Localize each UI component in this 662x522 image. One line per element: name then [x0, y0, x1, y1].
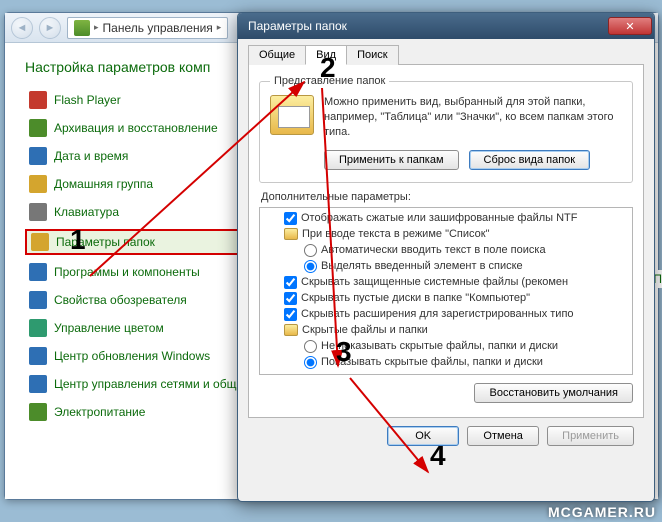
tree-row[interactable]: Скрывать расширения для зарегистрированн… — [264, 307, 628, 323]
tab-search[interactable]: Поиск — [346, 45, 398, 65]
checkbox-input[interactable] — [284, 276, 297, 289]
tree-row[interactable]: При вводе текста в режиме "Список" — [264, 227, 628, 243]
item-label: Управление цветом — [54, 321, 164, 335]
advanced-settings-label: Дополнительные параметры: — [261, 191, 631, 203]
item-label: Центр обновления Windows — [54, 349, 210, 363]
item-label: Домашняя группа — [54, 177, 153, 191]
item-icon — [29, 147, 47, 165]
tree-row-label: Скрывать пустые диски в папке "Компьютер… — [301, 292, 530, 304]
tree-row-label: При вводе текста в режиме "Список" — [302, 228, 489, 240]
item-label: Свойства обозревателя — [54, 293, 187, 307]
radio-input[interactable] — [304, 260, 317, 273]
tree-row[interactable]: Отображать сжатые или зашифрованные файл… — [264, 211, 628, 227]
folder-view-legend: Представление папок — [270, 75, 389, 87]
item-label: Flash Player — [54, 93, 121, 107]
item-icon — [29, 347, 47, 365]
tree-row-label: Не показывать скрытые файлы, папки и дис… — [321, 340, 558, 352]
tab-view[interactable]: Вид — [305, 45, 347, 65]
dialog-title: Параметры папок — [248, 19, 347, 33]
item-icon — [29, 291, 47, 309]
checkbox-input[interactable] — [284, 308, 297, 321]
tree-row-label: Показывать скрытые файлы, папки и диски — [321, 356, 543, 368]
checkbox-input[interactable] — [284, 212, 297, 225]
item-icon — [29, 203, 47, 221]
item-label: Центр управления сетями и общи — [54, 377, 243, 391]
nav-forward-button[interactable]: ► — [39, 17, 61, 39]
tab-general[interactable]: Общие — [248, 45, 306, 65]
folder-icon — [284, 324, 298, 336]
ok-button[interactable]: OK — [387, 426, 459, 446]
item-label: Клавиатура — [54, 205, 119, 219]
advanced-settings-tree: Отображать сжатые или зашифрованные файл… — [260, 208, 632, 374]
advanced-settings-scroll[interactable]: Отображать сжатые или зашифрованные файл… — [260, 208, 632, 374]
folder-options-dialog: Параметры папок ✕ Общие Вид Поиск Предст… — [237, 12, 655, 502]
dialog-body: Общие Вид Поиск Представление папок Можн… — [238, 39, 654, 456]
address-text: Панель управления — [103, 21, 213, 35]
item-icon — [31, 233, 49, 251]
dialog-button-row: OK Отмена Применить — [248, 418, 644, 446]
apply-button[interactable]: Применить — [547, 426, 634, 446]
item-label: Архивация и восстановление — [54, 121, 218, 135]
tab-content: Представление папок Можно применить вид,… — [248, 65, 644, 418]
item-icon — [29, 175, 47, 193]
item-label: Электропитание — [54, 405, 145, 419]
radio-input[interactable] — [304, 244, 317, 257]
radio-input[interactable] — [304, 356, 317, 369]
folder-view-group: Представление папок Можно применить вид,… — [259, 75, 633, 183]
tree-row-label: Скрытые файлы и папки — [302, 324, 428, 336]
radio-input[interactable] — [304, 340, 317, 353]
address-bar[interactable]: ▸ Панель управления ▸ — [67, 17, 228, 39]
tree-row[interactable]: Скрывать защищенные системные файлы (рек… — [264, 275, 628, 291]
item-label: Программы и компоненты — [54, 265, 200, 279]
chevron-right-icon: ▸ — [94, 22, 99, 33]
item-icon — [29, 319, 47, 337]
tree-row-label: Выделять введенный элемент в списке — [321, 260, 523, 272]
nav-back-button[interactable]: ◄ — [11, 17, 33, 39]
item-icon — [29, 263, 47, 281]
cancel-button[interactable]: Отмена — [467, 426, 539, 446]
tree-row-label: Скрывать расширения для зарегистрированн… — [301, 308, 574, 320]
tree-row[interactable]: Показывать скрытые файлы, папки и диски — [264, 355, 628, 371]
control-panel-icon — [74, 20, 90, 36]
apply-to-folders-button[interactable]: Применить к папкам — [324, 150, 459, 170]
restore-defaults-button[interactable]: Восстановить умолчания — [474, 383, 633, 403]
advanced-settings-box: Отображать сжатые или зашифрованные файл… — [259, 207, 633, 375]
reset-folders-button[interactable]: Сброс вида папок — [469, 150, 591, 170]
tree-row[interactable]: Автоматически вводить текст в поле поиск… — [264, 243, 628, 259]
tab-bar: Общие Вид Поиск — [248, 44, 644, 65]
watermark: MCGAMER.RU — [548, 504, 656, 520]
tree-row-label: Отображать сжатые или зашифрованные файл… — [301, 212, 577, 224]
folder-view-description: Можно применить вид, выбранный для этой … — [324, 95, 622, 140]
folder-icon — [284, 228, 298, 240]
tree-row[interactable]: Скрытые файлы и папки — [264, 323, 628, 339]
folder-view-icon — [270, 95, 314, 135]
item-label: Параметры папок — [56, 235, 155, 249]
checkbox-input[interactable] — [284, 292, 297, 305]
item-icon — [29, 375, 47, 393]
chevron-right-icon: ▸ — [217, 22, 222, 33]
dialog-titlebar[interactable]: Параметры папок ✕ — [238, 13, 654, 39]
tree-row[interactable]: Не показывать скрытые файлы, папки и дис… — [264, 339, 628, 355]
tree-row-label: Скрывать защищенные системные файлы (рек… — [301, 276, 568, 288]
item-icon — [29, 91, 47, 109]
item-icon — [29, 119, 47, 137]
item-label: Дата и время — [54, 149, 128, 163]
item-icon — [29, 403, 47, 421]
close-button[interactable]: ✕ — [608, 17, 652, 35]
tree-row-label: Автоматически вводить текст в поле поиск… — [321, 244, 546, 256]
tree-row[interactable]: Скрывать пустые диски в папке "Компьютер… — [264, 291, 628, 307]
tree-row[interactable]: Выделять введенный элемент в списке — [264, 259, 628, 275]
